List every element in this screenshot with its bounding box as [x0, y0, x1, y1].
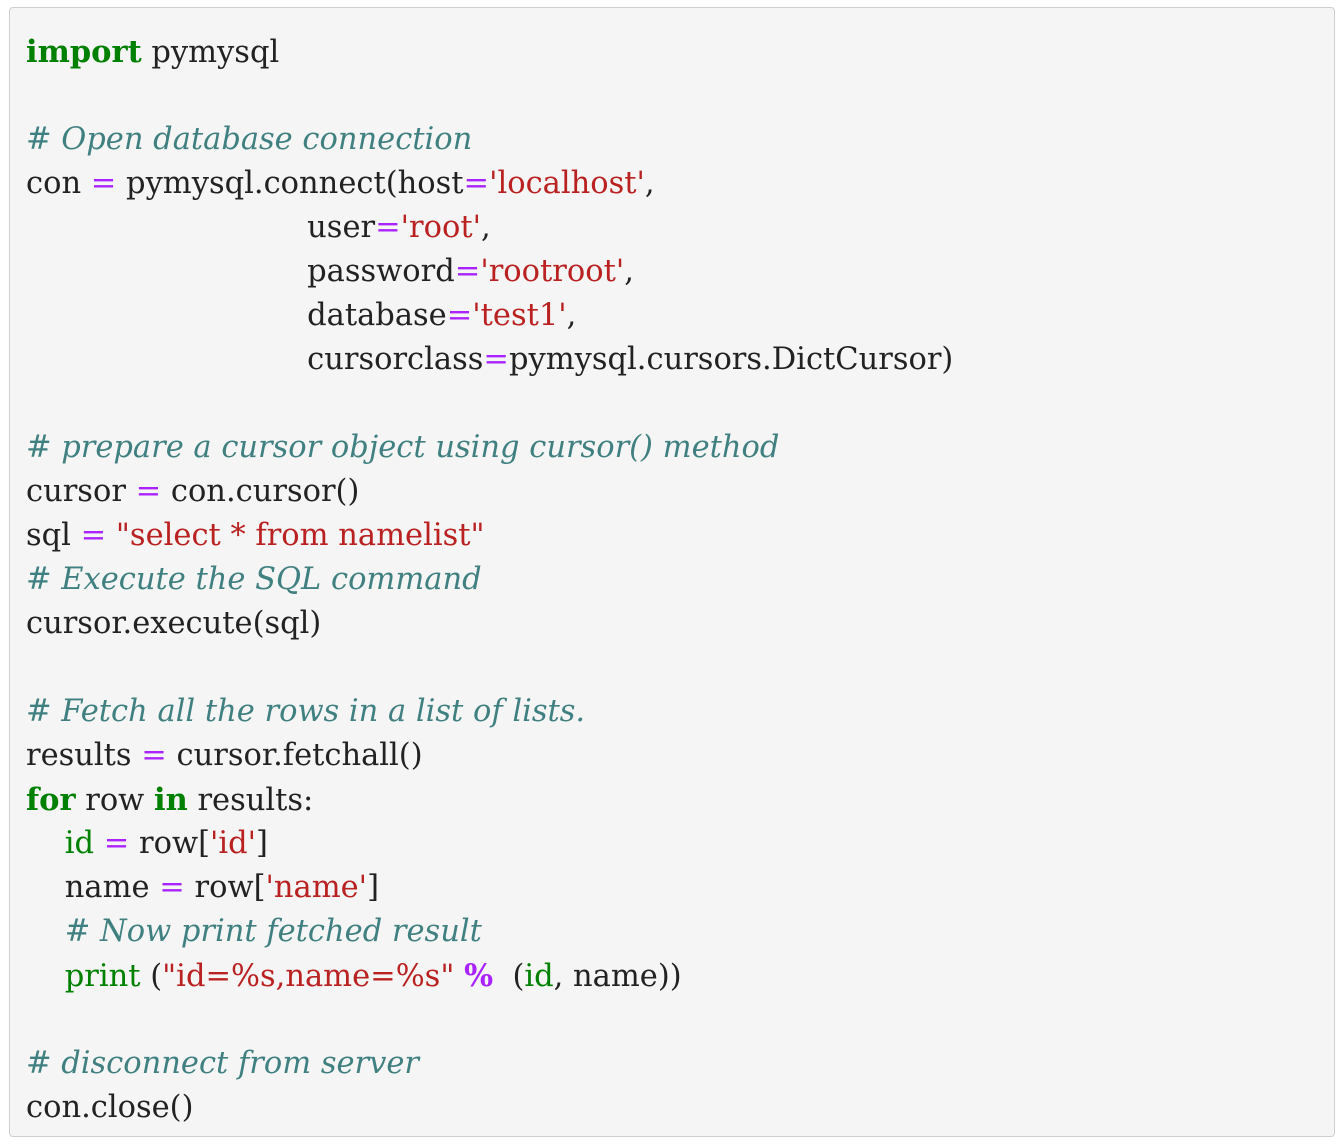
code-line: # Open database connection	[26, 118, 953, 162]
code-token-operator: =	[483, 342, 509, 377]
code-token-identifier: row	[75, 783, 154, 818]
code-token-identifier: (	[140, 959, 163, 994]
code-token-identifier: ,	[644, 166, 655, 201]
code-token-comment: # Now print fetched result	[64, 914, 482, 949]
code-token-identifier: ]	[256, 826, 268, 861]
code-token-string: 'localhost'	[489, 166, 645, 201]
code-token-identifier: con.close()	[26, 1090, 194, 1125]
code-token-identifier	[26, 826, 65, 861]
code-token-identifier: row[	[129, 826, 210, 861]
code-token-operator: =	[103, 826, 130, 861]
code-line: # Now print fetched result	[26, 910, 953, 954]
code-token-comment: # Execute the SQL command	[26, 562, 482, 597]
code-listing: import pymysql # Open database connectio…	[26, 30, 953, 1130]
code-token-operator: %	[464, 958, 494, 994]
code-token-identifier: pymysql	[141, 35, 280, 70]
code-line: # Execute the SQL command	[26, 558, 953, 602]
code-line: user='root',	[26, 206, 953, 250]
code-token-comment: # prepare a cursor object using cursor()…	[26, 430, 780, 465]
code-token-identifier: con.cursor()	[161, 474, 360, 509]
code-token-identifier: cursor	[26, 474, 136, 509]
code-token-identifier: row[	[184, 870, 266, 905]
code-line: con.close()	[26, 1086, 953, 1130]
code-token-identifier: database	[26, 298, 447, 333]
code-token-identifier: user	[26, 210, 376, 245]
code-token-identifier: results:	[187, 783, 314, 818]
code-token-builtin: id	[524, 959, 554, 994]
code-token-identifier: (	[493, 959, 525, 994]
code-token-string: 'test1'	[472, 298, 567, 333]
code-line: for row in results:	[26, 778, 953, 822]
code-token-string: 'root'	[400, 210, 481, 245]
code-token-builtin: print	[64, 959, 141, 994]
code-token-comment: # Open database connection	[26, 122, 473, 157]
code-line: name = row['name']	[26, 866, 953, 910]
code-token-identifier: cursor.execute(sql)	[26, 606, 322, 641]
code-token-keyword: in	[154, 782, 188, 818]
code-line: cursor.execute(sql)	[26, 602, 953, 646]
code-token-identifier	[106, 518, 116, 553]
code-token-builtin: id	[64, 826, 95, 861]
code-token-identifier	[26, 914, 65, 949]
code-line: # disconnect from server	[26, 1042, 953, 1086]
code-token-string: "id=%s,name=%s"	[162, 959, 455, 994]
code-token-operator: =	[454, 254, 481, 289]
code-token-operator: =	[463, 166, 490, 201]
code-token-identifier: name	[26, 870, 160, 905]
code-block: import pymysql # Open database connectio…	[9, 7, 1335, 1137]
code-token-identifier: password	[26, 254, 455, 289]
code-token-string: 'name'	[265, 870, 368, 905]
code-line: # Fetch all the rows in a list of lists.	[26, 690, 953, 734]
code-token-identifier: cursor.fetchall()	[166, 738, 423, 773]
code-token-identifier	[454, 959, 464, 994]
code-token-comment: # disconnect from server	[26, 1046, 419, 1081]
code-line: database='test1',	[26, 294, 953, 338]
code-token-identifier: con	[26, 166, 91, 201]
code-token-comment: # Fetch all the rows in a list of lists.	[26, 694, 586, 729]
code-line: cursor = con.cursor()	[26, 470, 953, 514]
code-token-identifier	[94, 826, 104, 861]
code-line: results = cursor.fetchall()	[26, 734, 953, 778]
code-line: cursorclass=pymysql.cursors.DictCursor)	[26, 338, 953, 382]
code-line: # prepare a cursor object using cursor()…	[26, 426, 953, 470]
code-token-keyword: import	[26, 34, 142, 70]
code-token-keyword: for	[26, 782, 76, 818]
code-token-operator: =	[375, 210, 401, 245]
code-token-identifier: results	[26, 738, 142, 773]
code-token-string: 'rootroot'	[480, 254, 625, 289]
code-token-identifier: sql	[26, 518, 81, 553]
code-token-string: "select * from namelist"	[115, 518, 485, 553]
code-token-identifier: , name))	[553, 959, 682, 994]
code-token-operator: =	[159, 870, 185, 905]
code-line: print ("id=%s,name=%s" % (id, name))	[26, 954, 953, 998]
code-line: id = row['id']	[26, 822, 953, 866]
code-token-operator: =	[80, 518, 107, 553]
code-line: password='rootroot',	[26, 250, 953, 294]
code-token-identifier: ,	[624, 254, 634, 289]
code-token-identifier: pymysql.connect(host	[116, 166, 464, 201]
code-token-identifier: ,	[566, 298, 577, 333]
code-token-identifier: ]	[367, 870, 379, 905]
code-line: con = pymysql.connect(host='localhost',	[26, 162, 953, 206]
code-token-operator: =	[135, 474, 162, 509]
code-line: import pymysql	[26, 30, 953, 74]
code-token-identifier: cursorclass	[26, 342, 484, 377]
code-token-string: 'id'	[209, 826, 257, 861]
code-token-operator: =	[446, 298, 473, 333]
code-token-identifier: ,	[481, 210, 491, 245]
code-line: sql = "select * from namelist"	[26, 514, 953, 558]
code-token-operator: =	[90, 166, 117, 201]
code-token-identifier	[26, 959, 65, 994]
code-token-operator: =	[141, 738, 167, 773]
code-token-identifier: pymysql.cursors.DictCursor)	[508, 342, 954, 377]
